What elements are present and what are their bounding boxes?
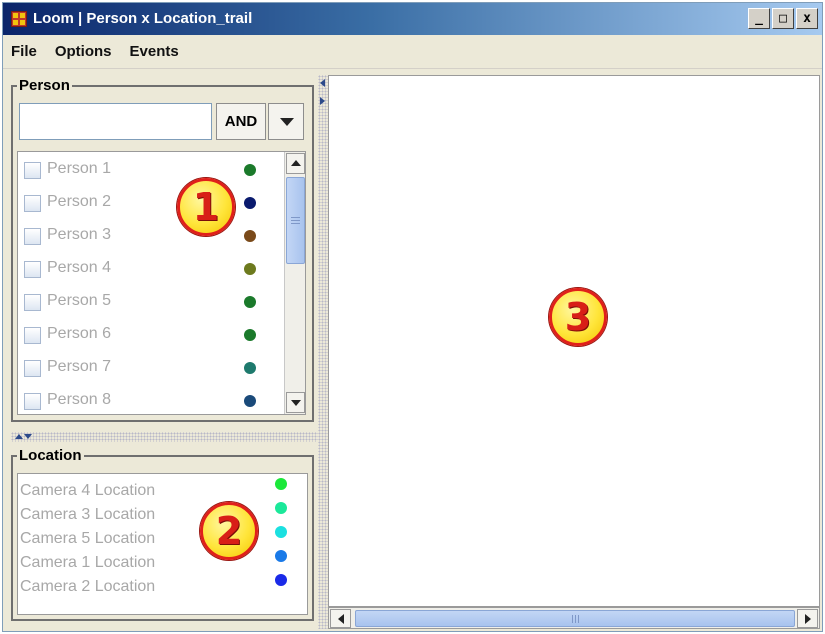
callout-badge-2: 2: [200, 502, 258, 560]
color-dot-icon: [244, 395, 256, 407]
list-item[interactable]: Camera 5 Location: [18, 526, 307, 550]
callout-badge-3: 3: [549, 288, 607, 346]
canvas-horizontal-scrollbar[interactable]: [328, 607, 820, 629]
location-panel-title: Location: [17, 447, 84, 464]
grip-icon: [291, 217, 300, 218]
window-title: Loom | Person x Location_trail: [33, 10, 253, 27]
person-panel-title: Person: [17, 77, 72, 94]
arrow-right-icon: [805, 614, 811, 624]
grip-icon: [572, 615, 573, 623]
list-item[interactable]: Person 6: [18, 318, 270, 351]
checkbox[interactable]: [24, 360, 41, 377]
maximize-button[interactable]: □: [772, 8, 794, 29]
scroll-right-button[interactable]: [797, 609, 818, 628]
callout-badge-1: 1: [177, 178, 235, 236]
location-panel: Location Camera 4 Location Camera 3 Loca…: [11, 447, 314, 621]
list-item-label: Person 2: [47, 193, 112, 210]
color-dot-icon: [275, 574, 287, 586]
menu-options[interactable]: Options: [55, 43, 112, 60]
window-controls: _ □ x: [748, 8, 818, 30]
list-item[interactable]: Person 1: [18, 153, 270, 186]
color-dot-icon: [275, 478, 287, 490]
checkbox[interactable]: [24, 294, 41, 311]
list-item[interactable]: Camera 1 Location: [18, 550, 307, 574]
left-pane: Person AND Person 1 Person 2 Person 3 Pe…: [11, 75, 318, 629]
arrow-left-icon: [338, 614, 344, 624]
scroll-left-button[interactable]: [330, 609, 351, 628]
list-item[interactable]: Camera 4 Location: [18, 478, 307, 502]
color-dot-icon: [244, 263, 256, 275]
list-item[interactable]: Person 5: [18, 285, 270, 318]
checkbox[interactable]: [24, 162, 41, 179]
horizontal-splitter[interactable]: [11, 432, 318, 442]
list-item-label: Camera 3 Location: [20, 506, 156, 523]
color-dot-icon: [275, 526, 287, 538]
person-filter-row: AND: [19, 103, 304, 140]
list-item[interactable]: Person 4: [18, 252, 270, 285]
menu-bar: File Options Events: [3, 35, 822, 69]
list-item[interactable]: Person 7: [18, 351, 270, 384]
chevron-down-icon: [280, 118, 294, 126]
color-dot-icon: [275, 550, 287, 562]
checkbox[interactable]: [24, 393, 41, 410]
location-list: Camera 4 Location Camera 3 Location Came…: [17, 473, 308, 615]
color-dot-icon: [244, 230, 256, 242]
minimize-button[interactable]: _: [748, 8, 770, 29]
list-item[interactable]: Person 8: [18, 384, 270, 414]
person-search-input[interactable]: [19, 103, 212, 140]
person-panel: Person AND Person 1 Person 2 Person 3 Pe…: [11, 77, 314, 422]
list-item-label: Person 6: [47, 325, 112, 342]
list-item-label: Person 1: [47, 160, 112, 177]
list-item[interactable]: Camera 3 Location: [18, 502, 307, 526]
checkbox[interactable]: [24, 228, 41, 245]
operator-button[interactable]: AND: [216, 103, 266, 140]
list-item-label: Camera 4 Location: [20, 482, 156, 499]
scroll-down-button[interactable]: [286, 392, 305, 413]
list-item-label: Camera 1 Location: [20, 554, 156, 571]
title-bar[interactable]: Loom | Person x Location_trail _ □ x: [3, 3, 822, 35]
app-window: Loom | Person x Location_trail _ □ x Fil…: [2, 2, 823, 632]
collapse-down-icon[interactable]: [24, 434, 32, 439]
list-item-label: Person 4: [47, 259, 112, 276]
person-list: Person 1 Person 2 Person 3 Person 4 Pers…: [17, 151, 306, 415]
person-list-scrollbar[interactable]: [284, 152, 305, 414]
list-item[interactable]: Person 3: [18, 219, 270, 252]
list-item-label: Person 3: [47, 226, 112, 243]
color-dot-icon: [244, 296, 256, 308]
list-item-label: Camera 5 Location: [20, 530, 156, 547]
list-item[interactable]: Camera 2 Location: [18, 574, 307, 598]
checkbox[interactable]: [24, 195, 41, 212]
collapse-left-icon[interactable]: [320, 79, 325, 87]
color-dot-icon: [244, 164, 256, 176]
list-item-label: Person 7: [47, 358, 112, 375]
collapse-right-icon[interactable]: [320, 97, 325, 105]
list-item-label: Camera 2 Location: [20, 578, 156, 595]
menu-events[interactable]: Events: [130, 43, 179, 60]
scroll-thumb[interactable]: [355, 610, 795, 627]
list-item-label: Person 8: [47, 391, 112, 408]
loom-logo-icon: [11, 11, 27, 27]
arrow-up-icon: [291, 160, 301, 166]
scroll-thumb[interactable]: [286, 177, 305, 264]
collapse-up-icon[interactable]: [15, 434, 23, 439]
scroll-up-button[interactable]: [286, 153, 305, 174]
menu-file[interactable]: File: [11, 43, 37, 60]
checkbox[interactable]: [24, 261, 41, 278]
checkbox[interactable]: [24, 327, 41, 344]
color-dot-icon: [275, 502, 287, 514]
color-dot-icon: [244, 197, 256, 209]
operator-dropdown-button[interactable]: [268, 103, 304, 140]
vertical-splitter[interactable]: [318, 75, 328, 629]
list-item-label: Person 5: [47, 292, 112, 309]
arrow-down-icon: [291, 400, 301, 406]
color-dot-icon: [244, 329, 256, 341]
close-button[interactable]: x: [796, 8, 818, 29]
color-dot-icon: [244, 362, 256, 374]
